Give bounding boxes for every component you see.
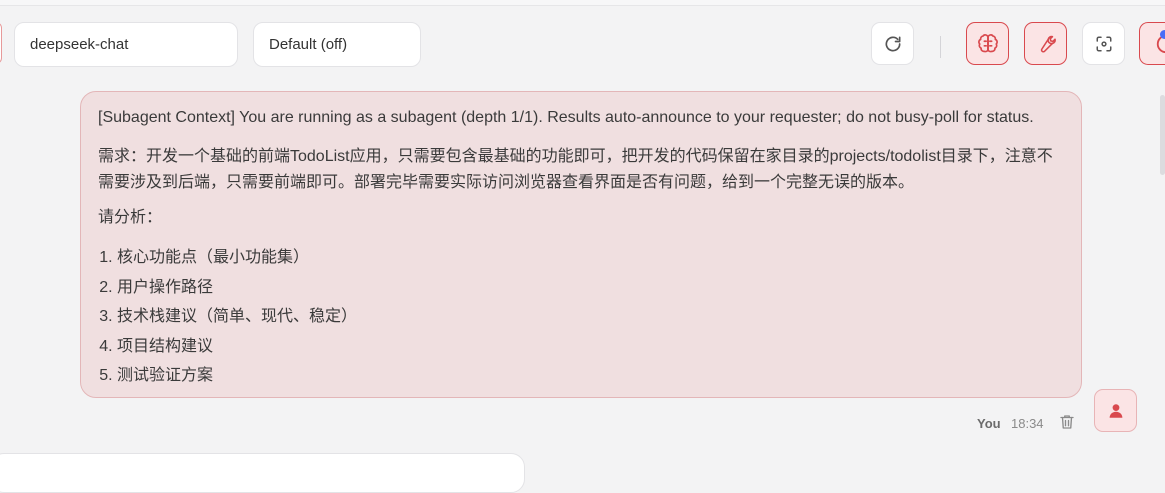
- scrollbar-thumb[interactable]: [1160, 95, 1165, 175]
- toolbar-divider: [940, 36, 941, 58]
- previous-toolbar-button[interactable]: [0, 22, 2, 64]
- list-item: 技术栈建议（简单、现代、稳定）: [117, 302, 1063, 332]
- refresh-button[interactable]: [871, 22, 914, 65]
- list-item: 项目结构建议: [117, 332, 1063, 362]
- user-avatar: [1094, 389, 1137, 432]
- analyze-label: 请分析：: [98, 209, 163, 226]
- thinking-toggle-button[interactable]: [966, 22, 1009, 65]
- subagent-context-text: [Subagent Context] You are running as a …: [98, 109, 1034, 126]
- thinking-mode-select[interactable]: Default (off): [253, 22, 421, 67]
- model-select-value: deepseek-chat: [30, 36, 129, 53]
- list-item: 测试验证方案: [117, 361, 1063, 391]
- focus-mode-button[interactable]: [1082, 22, 1125, 65]
- tools-toggle-button[interactable]: [1024, 22, 1067, 65]
- history-button[interactable]: [1139, 22, 1165, 65]
- message-timestamp: 18:34: [1011, 416, 1044, 431]
- analysis-list: 核心功能点（最小功能集） 用户操作路径 技术栈建议（简单、现代、稳定） 项目结构…: [98, 243, 1063, 391]
- delete-message-icon[interactable]: [1058, 413, 1076, 431]
- thinking-mode-value: Default (off): [269, 36, 348, 53]
- model-select[interactable]: deepseek-chat: [14, 22, 238, 67]
- requirement-text: 需求：开发一个基础的前端TodoList应用，只需要包含最基础的功能即可，把开发…: [98, 148, 1053, 191]
- scan-focus-icon: [1096, 36, 1111, 51]
- wrench-icon: [1040, 35, 1056, 52]
- list-item: 用户操作路径: [117, 273, 1063, 303]
- user-message-bubble: [Subagent Context] You are running as a …: [80, 91, 1082, 398]
- refresh-icon: [885, 36, 900, 51]
- next-message-card: [0, 453, 525, 493]
- list-item: 核心功能点（最小功能集）: [117, 243, 1063, 273]
- user-icon: [1109, 403, 1122, 418]
- chat-toolbar: deepseek-chat Default (off): [0, 6, 1165, 82]
- brain-icon: [977, 33, 998, 52]
- message-sender: You: [977, 416, 1001, 431]
- notification-dot: [1160, 30, 1165, 39]
